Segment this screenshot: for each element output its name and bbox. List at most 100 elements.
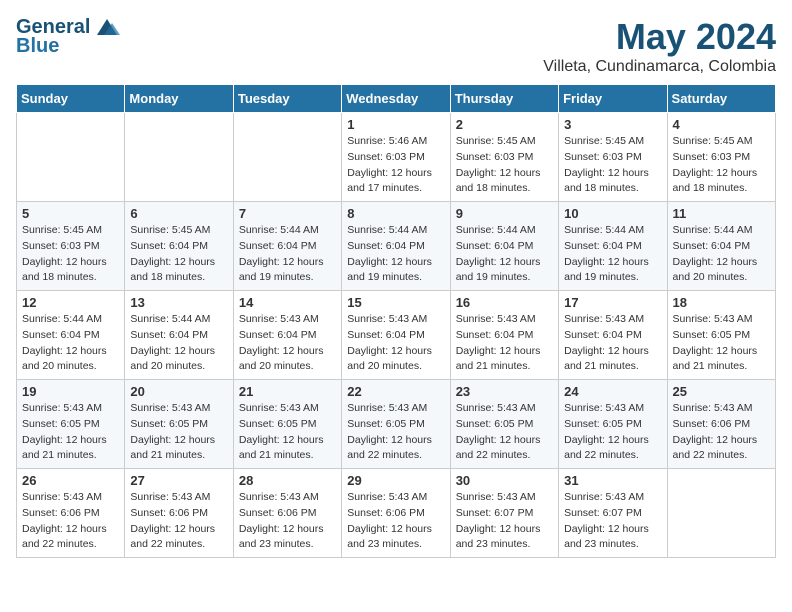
day-info: Sunrise: 5:43 AM Sunset: 6:05 PM Dayligh… <box>564 401 661 464</box>
calendar-cell: 12 Sunrise: 5:44 AM Sunset: 6:04 PM Dayli… <box>17 291 125 380</box>
day-number: 2 <box>456 117 553 132</box>
calendar-cell: 21Sunrise: 5:43 AM Sunset: 6:05 PM Dayli… <box>233 380 341 469</box>
calendar-cell <box>667 469 775 558</box>
day-number: 3 <box>564 117 661 132</box>
calendar-cell: 4Sunrise: 5:45 AM Sunset: 6:03 PM Daylig… <box>667 113 775 202</box>
calendar-cell: 2 Sunrise: 5:45 AM Sunset: 6:03 PM Daylig… <box>450 113 558 202</box>
day-number: 26 <box>22 473 119 488</box>
calendar-week-5: 26 Sunrise: 5:43 AM Sunset: 6:06 PM Dayli… <box>17 469 776 558</box>
day-info: Sunrise: 5:43 AM Sunset: 6:05 PM Dayligh… <box>130 401 227 464</box>
calendar-week-1: 1 Sunrise: 5:46 AM Sunset: 6:03 PM Daylig… <box>17 113 776 202</box>
day-number: 12 <box>22 295 119 310</box>
day-number: 25 <box>673 384 770 399</box>
day-info: Sunrise: 5:43 AM Sunset: 6:06 PM Dayligh… <box>130 490 227 553</box>
day-number: 28 <box>239 473 336 488</box>
calendar-week-4: 19 Sunrise: 5:43 AM Sunset: 6:05 PM Dayli… <box>17 380 776 469</box>
day-info: Sunrise: 5:44 AM Sunset: 6:04 PM Dayligh… <box>564 223 661 286</box>
day-number: 22 <box>347 384 444 399</box>
day-info: Sunrise: 5:43 AM Sunset: 6:05 PM Dayligh… <box>239 401 336 464</box>
calendar-cell <box>17 113 125 202</box>
day-number: 27 <box>130 473 227 488</box>
weekday-header-wednesday: Wednesday <box>342 85 450 113</box>
calendar-cell: 18Sunrise: 5:43 AM Sunset: 6:05 PM Dayli… <box>667 291 775 380</box>
calendar-cell: 5Sunrise: 5:45 AM Sunset: 6:03 PM Daylig… <box>17 202 125 291</box>
calendar-cell: 30 Sunrise: 5:43 AM Sunset: 6:07 PM Dayli… <box>450 469 558 558</box>
day-number: 6 <box>130 206 227 221</box>
calendar-subtitle: Villeta, Cundinamarca, Colombia <box>543 58 776 76</box>
weekday-header-monday: Monday <box>125 85 233 113</box>
calendar-cell: 9Sunrise: 5:44 AM Sunset: 6:04 PM Daylig… <box>450 202 558 291</box>
calendar-cell: 10 Sunrise: 5:44 AM Sunset: 6:04 PM Dayli… <box>559 202 667 291</box>
day-number: 4 <box>673 117 770 132</box>
day-number: 10 <box>564 206 661 221</box>
day-info: Sunrise: 5:43 AM Sunset: 6:07 PM Dayligh… <box>564 490 661 553</box>
day-number: 14 <box>239 295 336 310</box>
calendar-cell: 7 Sunrise: 5:44 AM Sunset: 6:04 PM Daylig… <box>233 202 341 291</box>
day-number: 18 <box>673 295 770 310</box>
day-info: Sunrise: 5:43 AM Sunset: 6:06 PM Dayligh… <box>673 401 770 464</box>
day-info: Sunrise: 5:44 AM Sunset: 6:04 PM Dayligh… <box>130 312 227 375</box>
day-info: Sunrise: 5:43 AM Sunset: 6:05 PM Dayligh… <box>456 401 553 464</box>
calendar-cell: 1 Sunrise: 5:46 AM Sunset: 6:03 PM Daylig… <box>342 113 450 202</box>
page-header: General Blue May 2024 Villeta, Cundinama… <box>16 16 776 76</box>
day-number: 11 <box>673 206 770 221</box>
day-number: 31 <box>564 473 661 488</box>
calendar-table: SundayMondayTuesdayWednesdayThursdayFrid… <box>16 84 776 558</box>
calendar-cell: 25 Sunrise: 5:43 AM Sunset: 6:06 PM Dayli… <box>667 380 775 469</box>
day-info: Sunrise: 5:44 AM Sunset: 6:04 PM Dayligh… <box>22 312 119 375</box>
day-info: Sunrise: 5:43 AM Sunset: 6:04 PM Dayligh… <box>239 312 336 375</box>
weekday-header-sunday: Sunday <box>17 85 125 113</box>
day-number: 19 <box>22 384 119 399</box>
day-number: 24 <box>564 384 661 399</box>
weekday-header-friday: Friday <box>559 85 667 113</box>
day-info: Sunrise: 5:43 AM Sunset: 6:06 PM Dayligh… <box>347 490 444 553</box>
calendar-cell: 6 Sunrise: 5:45 AM Sunset: 6:04 PM Daylig… <box>125 202 233 291</box>
day-info: Sunrise: 5:46 AM Sunset: 6:03 PM Dayligh… <box>347 134 444 197</box>
day-info: Sunrise: 5:44 AM Sunset: 6:04 PM Dayligh… <box>456 223 553 286</box>
weekday-header-tuesday: Tuesday <box>233 85 341 113</box>
day-info: Sunrise: 5:45 AM Sunset: 6:03 PM Dayligh… <box>22 223 119 286</box>
day-info: Sunrise: 5:45 AM Sunset: 6:03 PM Dayligh… <box>564 134 661 197</box>
weekday-header-row: SundayMondayTuesdayWednesdayThursdayFrid… <box>17 85 776 113</box>
calendar-cell: 3 Sunrise: 5:45 AM Sunset: 6:03 PM Daylig… <box>559 113 667 202</box>
logo-icon <box>92 17 122 39</box>
calendar-cell: 17 Sunrise: 5:43 AM Sunset: 6:04 PM Dayli… <box>559 291 667 380</box>
day-number: 23 <box>456 384 553 399</box>
logo: General Blue <box>16 16 122 58</box>
day-info: Sunrise: 5:43 AM Sunset: 6:04 PM Dayligh… <box>456 312 553 375</box>
calendar-cell: 16 Sunrise: 5:43 AM Sunset: 6:04 PM Dayli… <box>450 291 558 380</box>
day-number: 16 <box>456 295 553 310</box>
day-info: Sunrise: 5:44 AM Sunset: 6:04 PM Dayligh… <box>673 223 770 286</box>
day-info: Sunrise: 5:43 AM Sunset: 6:04 PM Dayligh… <box>347 312 444 375</box>
day-info: Sunrise: 5:43 AM Sunset: 6:06 PM Dayligh… <box>239 490 336 553</box>
calendar-cell: 29Sunrise: 5:43 AM Sunset: 6:06 PM Dayli… <box>342 469 450 558</box>
weekday-header-saturday: Saturday <box>667 85 775 113</box>
calendar-cell: 11 Sunrise: 5:44 AM Sunset: 6:04 PM Dayli… <box>667 202 775 291</box>
day-number: 15 <box>347 295 444 310</box>
day-number: 7 <box>239 206 336 221</box>
day-info: Sunrise: 5:44 AM Sunset: 6:04 PM Dayligh… <box>239 223 336 286</box>
day-info: Sunrise: 5:43 AM Sunset: 6:07 PM Dayligh… <box>456 490 553 553</box>
day-info: Sunrise: 5:45 AM Sunset: 6:04 PM Dayligh… <box>130 223 227 286</box>
day-info: Sunrise: 5:43 AM Sunset: 6:06 PM Dayligh… <box>22 490 119 553</box>
title-block: May 2024 Villeta, Cundinamarca, Colombia <box>543 16 776 76</box>
day-info: Sunrise: 5:43 AM Sunset: 6:05 PM Dayligh… <box>22 401 119 464</box>
calendar-cell: 15 Sunrise: 5:43 AM Sunset: 6:04 PM Dayli… <box>342 291 450 380</box>
day-info: Sunrise: 5:43 AM Sunset: 6:04 PM Dayligh… <box>564 312 661 375</box>
day-info: Sunrise: 5:45 AM Sunset: 6:03 PM Dayligh… <box>456 134 553 197</box>
day-number: 1 <box>347 117 444 132</box>
logo-text-blue: Blue <box>16 35 59 58</box>
day-number: 20 <box>130 384 227 399</box>
calendar-cell <box>125 113 233 202</box>
calendar-cell: 23 Sunrise: 5:43 AM Sunset: 6:05 PM Dayli… <box>450 380 558 469</box>
day-number: 30 <box>456 473 553 488</box>
calendar-title: May 2024 <box>543 16 776 58</box>
weekday-header-thursday: Thursday <box>450 85 558 113</box>
day-info: Sunrise: 5:43 AM Sunset: 6:05 PM Dayligh… <box>347 401 444 464</box>
calendar-cell: 8Sunrise: 5:44 AM Sunset: 6:04 PM Daylig… <box>342 202 450 291</box>
calendar-cell: 24 Sunrise: 5:43 AM Sunset: 6:05 PM Dayli… <box>559 380 667 469</box>
calendar-cell: 14 Sunrise: 5:43 AM Sunset: 6:04 PM Dayli… <box>233 291 341 380</box>
calendar-cell: 31 Sunrise: 5:43 AM Sunset: 6:07 PM Dayli… <box>559 469 667 558</box>
calendar-cell: 28 Sunrise: 5:43 AM Sunset: 6:06 PM Dayli… <box>233 469 341 558</box>
day-number: 17 <box>564 295 661 310</box>
